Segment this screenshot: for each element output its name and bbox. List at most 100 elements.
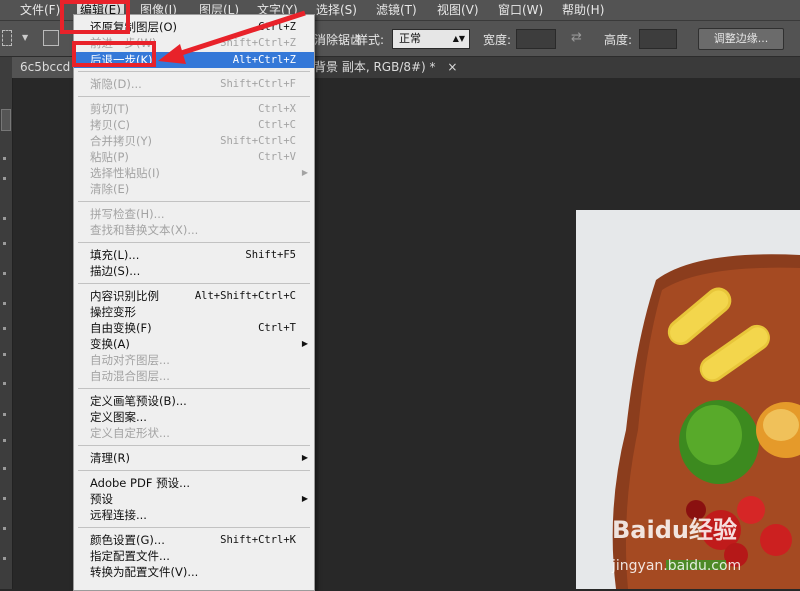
menu-select[interactable]: 选择(S): [316, 1, 357, 19]
watermark-url: jingyan.baidu.com: [612, 558, 742, 574]
tool-tick: [3, 497, 6, 500]
tool-tick: [3, 217, 6, 220]
menu-item-label: Adobe PDF 预设...: [90, 476, 191, 490]
menu-item-label: 变换(A): [90, 337, 130, 351]
tool-tick: [3, 467, 6, 470]
marquee-square-icon[interactable]: [43, 30, 59, 46]
close-icon[interactable]: ×: [447, 60, 457, 74]
document-tab-2[interactable]: 背景 副本, RGB/8#) * ×: [314, 57, 466, 78]
tool-tick: [3, 272, 6, 275]
menu-help[interactable]: 帮助(H): [562, 1, 604, 19]
tools-panel-edge: [0, 57, 13, 589]
submenu-arrow-icon: ▶: [301, 339, 308, 348]
menu-item-shortcut: Alt+Shift+Ctrl+C: [194, 290, 296, 302]
menu-item-label: 转换为配置文件(V)...: [90, 565, 199, 579]
menu-item-puppet-warp[interactable]: 操控变形: [74, 304, 314, 320]
menu-item-convert-profile[interactable]: 转换为配置文件(V)...: [74, 564, 314, 580]
menu-separator: [78, 201, 310, 202]
menu-item-auto-align[interactable]: 自动对齐图层...: [74, 352, 314, 368]
annotation-box-step-backward: [72, 41, 156, 67]
menu-item-define-brush[interactable]: 定义画笔预设(B)...: [74, 393, 314, 409]
menu-item-label: 拷贝(C): [90, 118, 131, 132]
menu-item-find-replace[interactable]: 查找和替换文本(X)...: [74, 222, 314, 238]
menu-item-copy-merged[interactable]: 合并拷贝(Y) Shift+Ctrl+C: [74, 133, 314, 149]
menu-item-label: 描边(S)...: [90, 264, 141, 278]
menu-item-label: 操控变形: [90, 305, 136, 319]
menu-separator: [78, 71, 310, 72]
menu-item-remote-connections[interactable]: 远程连接...: [74, 507, 314, 523]
tool-tick: [3, 527, 6, 530]
height-label: 高度:: [604, 33, 633, 47]
menu-item-paste-special[interactable]: 选择性粘贴(I) ▶: [74, 165, 314, 181]
submenu-arrow-icon: ▶: [301, 168, 308, 177]
menu-item-label: 选择性粘贴(I): [90, 166, 160, 180]
menu-separator: [78, 527, 310, 528]
marquee-tool-icon[interactable]: [2, 30, 12, 46]
style-select[interactable]: 正常 ▲▼: [392, 29, 470, 49]
menu-item-shortcut: Shift+F5: [245, 249, 296, 261]
menu-separator: [78, 242, 310, 243]
width-label: 宽度:: [483, 33, 512, 47]
menu-item-fade[interactable]: 渐隐(D)... Shift+Ctrl+F: [74, 76, 314, 92]
menu-separator: [78, 388, 310, 389]
menu-item-label: 内容识别比例: [90, 289, 159, 303]
menu-item-presets[interactable]: 预设 ▶: [74, 491, 314, 507]
submenu-arrow-icon: ▶: [301, 453, 308, 462]
menu-item-stroke[interactable]: 描边(S)...: [74, 263, 314, 279]
document-tab-2-label: 背景 副本, RGB/8#) *: [314, 60, 436, 74]
menu-item-color-settings[interactable]: 颜色设置(G)... Shift+Ctrl+K: [74, 532, 314, 548]
baidu-watermark: Baidu经验 jingyan.baidu.com: [612, 500, 800, 589]
menu-item-label: 定义自定形状...: [90, 426, 170, 440]
menu-item-label: 自动混合图层...: [90, 369, 170, 383]
menu-item-label: 颜色设置(G)...: [90, 533, 165, 547]
menu-file[interactable]: 文件(F): [20, 1, 60, 19]
select-chevron-icon: ▲▼: [452, 34, 465, 43]
menu-filter[interactable]: 滤镜(T): [376, 1, 417, 19]
menu-item-define-shape[interactable]: 定义自定形状...: [74, 425, 314, 441]
style-label: 样式:: [356, 33, 385, 47]
menu-separator: [78, 470, 310, 471]
menu-item-label: 合并拷贝(Y): [90, 134, 152, 148]
tool-preset-chevron-icon[interactable]: ▼: [22, 33, 28, 42]
menu-item-cut[interactable]: 剪切(T) Ctrl+X: [74, 101, 314, 117]
menu-item-label: 远程连接...: [90, 508, 147, 522]
menu-item-pdf-presets[interactable]: Adobe PDF 预设...: [74, 475, 314, 491]
menu-item-assign-profile[interactable]: 指定配置文件...: [74, 548, 314, 564]
watermark-brand: Baidu经验: [612, 516, 737, 544]
menu-item-shortcut: Ctrl+T: [258, 322, 296, 334]
menu-item-define-pattern[interactable]: 定义图案...: [74, 409, 314, 425]
refine-edge-button[interactable]: 调整边缘...: [698, 28, 784, 50]
document-tab-1[interactable]: 6c5bccd: [12, 57, 76, 78]
width-field[interactable]: [516, 29, 556, 49]
menu-item-label: 定义画笔预设(B)...: [90, 394, 187, 408]
menu-item-label: 自动对齐图层...: [90, 353, 170, 367]
antialias-label: 消除锯齿: [314, 33, 363, 47]
menu-item-transform[interactable]: 变换(A) ▶: [74, 336, 314, 352]
annotation-arrow-icon: [158, 10, 306, 64]
edit-menu-dropdown: 还原复制图层(O) Ctrl+Z 前进一步(W) Shift+Ctrl+Z 后退…: [73, 14, 315, 591]
tool-tick: [3, 327, 6, 330]
menu-item-shortcut: Shift+Ctrl+C: [220, 135, 296, 147]
tool-tick: [3, 439, 6, 442]
menu-item-copy[interactable]: 拷贝(C) Ctrl+C: [74, 117, 314, 133]
height-field[interactable]: [639, 29, 677, 49]
menu-item-label: 填充(L)...: [90, 248, 140, 262]
tool-tick: [3, 413, 6, 416]
menu-item-content-aware-scale[interactable]: 内容识别比例 Alt+Shift+Ctrl+C: [74, 288, 314, 304]
style-select-value: 正常: [399, 32, 421, 45]
menu-separator: [78, 445, 310, 446]
menu-item-paste[interactable]: 粘贴(P) Ctrl+V: [74, 149, 314, 165]
menu-item-fill[interactable]: 填充(L)... Shift+F5: [74, 247, 314, 263]
menu-item-label: 预设: [90, 492, 113, 506]
tool-tick: [3, 382, 6, 385]
menu-item-free-transform[interactable]: 自由变换(F) Ctrl+T: [74, 320, 314, 336]
menu-window[interactable]: 窗口(W): [498, 1, 543, 19]
tool-slot[interactable]: [1, 109, 11, 131]
menu-item-clear[interactable]: 清除(E): [74, 181, 314, 197]
swap-arrows-icon[interactable]: ⇄: [571, 30, 582, 45]
menu-item-auto-blend[interactable]: 自动混合图层...: [74, 368, 314, 384]
menu-item-purge[interactable]: 清理(R) ▶: [74, 450, 314, 466]
menu-item-label: 指定配置文件...: [90, 549, 170, 563]
menu-item-spell-check[interactable]: 拼写检查(H)...: [74, 206, 314, 222]
menu-view[interactable]: 视图(V): [437, 1, 479, 19]
